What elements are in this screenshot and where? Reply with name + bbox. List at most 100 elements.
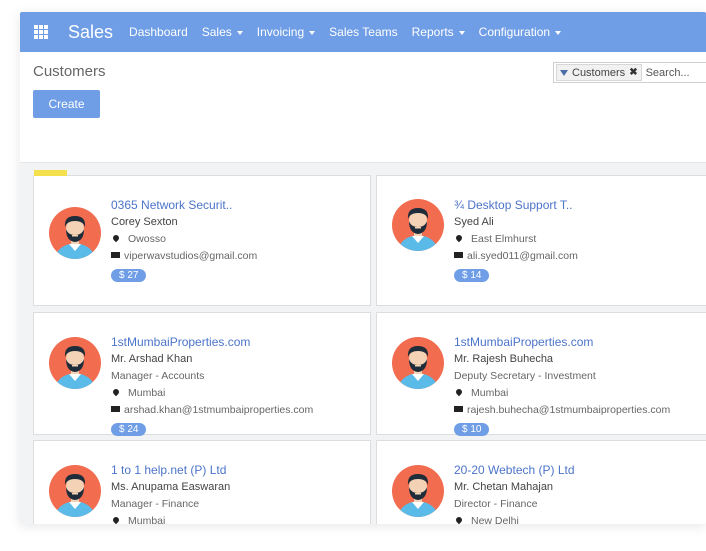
avatar — [392, 465, 444, 517]
avatar — [392, 199, 444, 251]
menu-invoicing-label: Invoicing — [256, 25, 305, 39]
customer-card[interactable]: 0365 Network Securit.. Corey Sexton Owosso… — [33, 170, 371, 306]
customer-email: ali.syed011@gmail.com — [467, 250, 578, 262]
avatar — [49, 337, 101, 389]
menu-sales-teams-label: Sales Teams — [329, 25, 398, 39]
menu-dashboard[interactable]: Dashboard — [129, 25, 188, 39]
customer-card[interactable]: 20-20 Webtech (P) Ltd Mr. Chetan Mahajan D… — [376, 440, 706, 524]
facet-label: Customers — [572, 66, 626, 79]
map-marker-icon — [454, 515, 464, 524]
envelope-icon — [111, 252, 120, 259]
top-navbar: Sales Dashboard Sales Invoicing Sales Te… — [20, 12, 706, 52]
color-tag — [34, 170, 67, 176]
map-marker-icon — [111, 515, 121, 524]
amount-badge[interactable]: $ 10 — [454, 423, 490, 436]
menu-invoicing[interactable]: Invoicing — [256, 25, 316, 39]
avatar — [49, 207, 101, 259]
customer-city: Owosso — [128, 233, 166, 245]
menu-sales[interactable]: Sales — [202, 25, 243, 39]
envelope-icon — [111, 406, 120, 413]
customer-city: Mumbai — [471, 387, 509, 399]
avatar — [49, 465, 101, 517]
customer-card[interactable]: 1stMumbaiProperties.com Mr. Arshad Khan Ma… — [33, 312, 371, 437]
customer-email: arshad.khan@1stmumbaiproperties.com — [124, 404, 314, 416]
customer-name: Mr. Rajesh Buhecha — [454, 353, 554, 365]
customer-company[interactable]: 1stMumbaiProperties.com — [454, 334, 706, 351]
customer-email-row: rajesh.buhecha@1stmumbaiproperties.com — [454, 402, 706, 419]
customer-card[interactable]: 1stMumbaiProperties.com Mr. Rajesh Buhech… — [376, 312, 706, 437]
badge-row: $ 14 — [454, 265, 706, 283]
card-body: 1 to 1 help.net (P) Ltd Ms. Anupama Easwa… — [111, 462, 364, 524]
map-marker-icon — [454, 233, 464, 243]
card-body: 0365 Network Securit.. Corey Sexton Owosso… — [111, 197, 364, 283]
customer-company[interactable]: 0365 Network Securit.. — [111, 197, 364, 214]
card-body: 1stMumbaiProperties.com Mr. Rajesh Buhech… — [454, 334, 706, 437]
customer-name: Syed Ali — [454, 216, 494, 228]
menu-sales-teams[interactable]: Sales Teams — [329, 25, 397, 39]
caret-down-icon — [236, 30, 243, 35]
envelope-icon — [454, 252, 463, 259]
caret-down-icon — [458, 30, 465, 35]
customer-name: Corey Sexton — [111, 216, 178, 228]
customer-company[interactable]: 1stMumbaiProperties.com — [111, 334, 364, 351]
customer-card[interactable]: ¾ Desktop Support T.. Syed Ali East Elmhur… — [376, 175, 706, 306]
menu-configuration-label: Configuration — [478, 25, 551, 39]
customer-email: viperwavstudios@gmail.com — [124, 250, 258, 262]
customer-company[interactable]: ¾ Desktop Support T.. — [454, 197, 706, 214]
map-marker-icon — [111, 233, 121, 243]
avatar — [392, 337, 444, 389]
badge-row: $ 10 — [454, 419, 706, 437]
amount-badge[interactable]: $ 27 — [111, 269, 147, 282]
map-marker-icon — [111, 387, 121, 397]
search-box[interactable]: Customers ✖ — [553, 62, 706, 83]
envelope-icon — [454, 406, 463, 413]
remove-facet-icon[interactable]: ✖ — [629, 67, 637, 78]
customer-city-row: Mumbai — [111, 385, 364, 402]
search-facet: Customers ✖ — [556, 64, 642, 81]
customer-job: Deputy Secretary - Investment — [454, 370, 596, 382]
control-panel: Customers Create Customers ✖ — [20, 52, 706, 163]
customer-company[interactable]: 20-20 Webtech (P) Ltd — [454, 462, 706, 479]
customer-email-row: arshad.khan@1stmumbaiproperties.com — [111, 402, 364, 419]
customer-name: Ms. Anupama Easwaran — [111, 481, 231, 493]
customer-name: Mr. Arshad Khan — [111, 353, 193, 365]
apps-grid-icon[interactable] — [34, 25, 48, 39]
customer-city-row: East Elmhurst — [454, 231, 706, 248]
customer-company[interactable]: 1 to 1 help.net (P) Ltd — [111, 462, 364, 479]
card-body: 1stMumbaiProperties.com Mr. Arshad Khan Ma… — [111, 334, 364, 437]
customer-job: Manager - Accounts — [111, 370, 205, 382]
customer-city-row: New Delhi — [454, 513, 706, 524]
menu-reports[interactable]: Reports — [412, 25, 465, 39]
customer-city: East Elmhurst — [471, 233, 537, 245]
customer-city: Mumbai — [128, 515, 166, 524]
badge-row: $ 27 — [111, 265, 364, 283]
card-body: 20-20 Webtech (P) Ltd Mr. Chetan Mahajan D… — [454, 462, 706, 524]
amount-badge[interactable]: $ 14 — [454, 269, 490, 282]
caret-down-icon — [309, 30, 316, 35]
customer-city-row: Mumbai — [454, 385, 706, 402]
customer-city: New Delhi — [471, 515, 519, 524]
app-brand[interactable]: Sales — [68, 22, 113, 43]
menu-configuration[interactable]: Configuration — [478, 25, 562, 39]
customer-city-row: Mumbai — [111, 513, 364, 524]
customer-job: Manager - Finance — [111, 498, 200, 510]
customer-name: Mr. Chetan Mahajan — [454, 481, 554, 493]
badge-row: $ 24 — [111, 419, 364, 437]
search-input[interactable] — [645, 66, 706, 79]
menu-reports-label: Reports — [411, 25, 454, 39]
customer-email: rajesh.buhecha@1stmumbaiproperties.com — [467, 404, 671, 416]
map-marker-icon — [454, 387, 464, 397]
customer-email-row: ali.syed011@gmail.com — [454, 248, 706, 265]
customer-job: Director - Finance — [454, 498, 538, 510]
customer-city-row: Owosso — [111, 231, 364, 248]
customer-card[interactable]: 1 to 1 help.net (P) Ltd Ms. Anupama Easwa… — [33, 440, 371, 524]
customer-email-row: viperwavstudios@gmail.com — [111, 248, 364, 265]
app-window: Sales Dashboard Sales Invoicing Sales Te… — [20, 12, 706, 524]
amount-badge[interactable]: $ 24 — [111, 423, 147, 436]
caret-down-icon — [555, 30, 562, 35]
customer-city: Mumbai — [128, 387, 166, 399]
create-button[interactable]: Create — [33, 90, 100, 118]
card-body: ¾ Desktop Support T.. Syed Ali East Elmhur… — [454, 197, 706, 283]
menu-sales-label: Sales — [201, 25, 232, 39]
filter-icon — [560, 69, 568, 76]
